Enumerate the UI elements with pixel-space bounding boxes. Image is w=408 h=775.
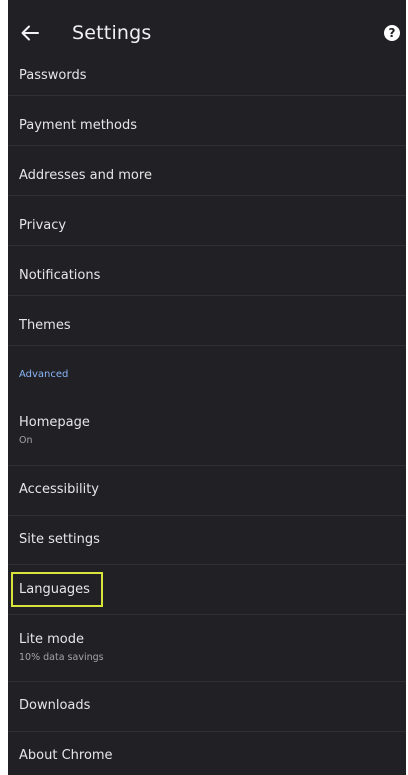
settings-item-homepage[interactable]: Homepage On [8,396,406,465]
settings-item-payment-methods[interactable]: Payment methods [8,96,406,145]
settings-screen: Settings ? Passwords Payment methods Add… [8,0,406,775]
item-label: Site settings [19,532,100,547]
settings-item-lite-mode[interactable]: Lite mode 10% data savings [8,615,406,681]
settings-item-passwords[interactable]: Passwords [8,62,406,95]
highlight-box [11,572,103,607]
item-label: Themes [19,318,71,333]
section-header-advanced: Advanced [19,369,69,380]
item-sublabel: 10% data savings [19,652,104,663]
settings-item-notifications[interactable]: Notifications [8,246,406,295]
item-sublabel: On [19,435,33,446]
settings-item-about-chrome[interactable]: About Chrome [8,732,406,775]
item-label: Payment methods [19,118,138,133]
settings-item-site-settings[interactable]: Site settings [8,516,406,564]
back-button[interactable] [17,20,43,46]
settings-item-themes[interactable]: Themes [8,296,406,345]
settings-item-downloads[interactable]: Downloads [8,682,406,731]
item-label: Privacy [19,218,67,233]
settings-item-privacy[interactable]: Privacy [8,196,406,245]
item-label: Lite mode [19,632,84,647]
item-label: Notifications [19,268,101,283]
settings-item-accessibility[interactable]: Accessibility [8,466,406,515]
item-label: Addresses and more [19,168,152,183]
item-label: Passwords [19,68,87,83]
arrow-left-icon [21,25,39,41]
item-label: Homepage [19,415,90,430]
app-bar: Settings ? [8,0,406,62]
page-title: Settings [72,22,152,44]
item-label: About Chrome [19,748,113,763]
divider [8,345,406,346]
settings-item-addresses[interactable]: Addresses and more [8,146,406,195]
help-icon[interactable]: ? [384,25,400,41]
item-label: Downloads [19,698,91,713]
item-label: Accessibility [19,482,99,497]
